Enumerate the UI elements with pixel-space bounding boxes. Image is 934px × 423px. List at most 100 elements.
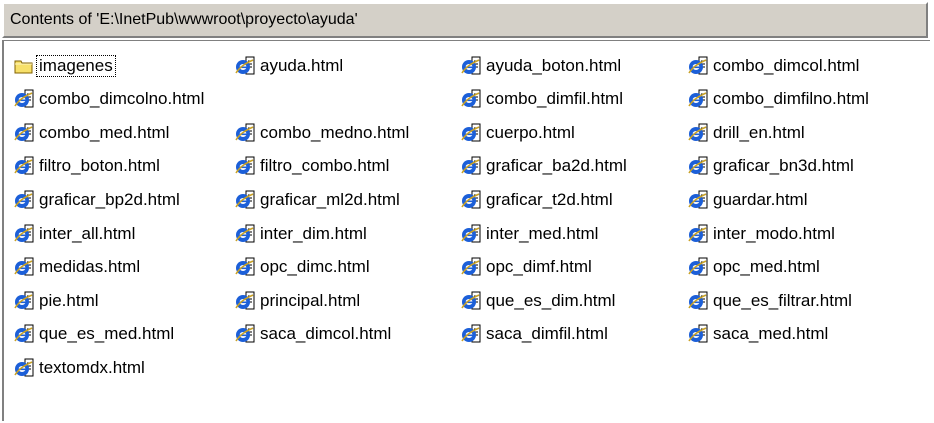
ie-html-icon (14, 89, 34, 109)
file-item[interactable]: graficar_t2d.html (461, 184, 615, 215)
ie-html-icon (688, 291, 708, 311)
file-name: inter_all.html (39, 223, 136, 243)
ie-html-icon (688, 224, 708, 244)
ie-html-icon (461, 123, 481, 143)
file-name: filtro_combo.html (260, 156, 390, 176)
file-name: que_es_filtrar.html (713, 290, 852, 310)
file-name: combo_dimfilno.html (713, 89, 869, 109)
file-name: guardar.html (713, 189, 808, 209)
file-item[interactable]: inter_modo.html (688, 218, 837, 249)
ie-html-icon (461, 291, 481, 311)
file-item[interactable]: opc_dimc.html (235, 252, 372, 283)
file-list-pane[interactable]: imagenes ayuda.html ayuda_boton.html combo_… (2, 40, 930, 421)
ie-html-icon (688, 156, 708, 176)
ie-html-icon (14, 224, 34, 244)
file-name: combo_dimcol.html (713, 55, 860, 75)
file-item[interactable]: ayuda_boton.html (461, 50, 623, 81)
file-item[interactable]: pie.html (14, 285, 101, 316)
ie-html-icon (461, 257, 481, 277)
file-item[interactable]: filtro_combo.html (235, 151, 391, 182)
file-item[interactable]: inter_med.html (461, 218, 600, 249)
folder-icon (14, 56, 34, 76)
file-item[interactable]: combo_dimfil.html (461, 84, 625, 115)
ie-html-icon (14, 324, 34, 344)
file-name: imagenes (36, 54, 116, 77)
file-name: ayuda.html (260, 55, 344, 75)
file-name: graficar_bp2d.html (39, 189, 180, 209)
ie-html-icon (14, 358, 34, 378)
file-name: inter_modo.html (713, 223, 835, 243)
ie-html-icon (688, 324, 708, 344)
file-item[interactable]: que_es_med.html (14, 319, 176, 350)
file-item[interactable]: filtro_boton.html (14, 151, 162, 182)
file-item[interactable]: combo_medno.html (235, 117, 411, 148)
file-item[interactable]: opc_med.html (688, 252, 822, 283)
ie-html-icon (14, 156, 34, 176)
ie-html-icon (688, 56, 708, 76)
file-item[interactable]: ayuda.html (235, 50, 345, 81)
file-name: graficar_ba2d.html (486, 156, 627, 176)
file-name: graficar_ml2d.html (260, 189, 400, 209)
file-item[interactable]: graficar_ml2d.html (235, 184, 402, 215)
ie-html-icon (461, 224, 481, 244)
ie-html-icon (14, 257, 34, 277)
file-item[interactable]: combo_dimfilno.html (688, 84, 871, 115)
ie-html-icon (461, 190, 481, 210)
file-item[interactable]: graficar_bp2d.html (14, 184, 182, 215)
file-item[interactable]: drill_en.html (688, 117, 807, 148)
file-browser-window: Contents of 'E:\InetPub\wwwroot\proyecto… (0, 0, 934, 423)
file-item[interactable]: saca_dimfil.html (461, 319, 610, 350)
ie-html-icon (14, 123, 34, 143)
file-name: graficar_t2d.html (486, 189, 613, 209)
file-item[interactable]: graficar_ba2d.html (461, 151, 629, 182)
file-name: cuerpo.html (486, 122, 575, 142)
file-name: inter_dim.html (260, 223, 367, 243)
ie-html-icon (235, 123, 255, 143)
ie-html-icon (14, 190, 34, 210)
file-item[interactable]: combo_dimcol.html (688, 50, 861, 81)
file-item[interactable]: saca_dimcol.html (235, 319, 393, 350)
file-name: combo_dimfil.html (486, 89, 623, 109)
file-item[interactable]: combo_dimcolno.html (14, 84, 206, 115)
file-name: combo_medno.html (260, 122, 410, 142)
file-name: drill_en.html (713, 122, 805, 142)
file-item[interactable]: principal.html (235, 285, 362, 316)
file-item[interactable]: cuerpo.html (461, 117, 577, 148)
ie-html-icon (14, 291, 34, 311)
file-name: combo_dimcolno.html (39, 89, 205, 109)
ie-html-icon (235, 324, 255, 344)
file-name: opc_dimf.html (486, 257, 592, 277)
ie-html-icon (461, 156, 481, 176)
file-item[interactable]: saca_med.html (688, 319, 830, 350)
ie-html-icon (688, 257, 708, 277)
file-item[interactable]: textomdx.html (14, 352, 147, 383)
file-name: saca_med.html (713, 324, 829, 344)
file-name: que_es_dim.html (486, 290, 616, 310)
ie-html-icon (688, 190, 708, 210)
file-name: filtro_boton.html (39, 156, 160, 176)
file-item[interactable]: inter_dim.html (235, 218, 369, 249)
file-item[interactable]: medidas.html (14, 252, 142, 283)
file-item[interactable]: inter_all.html (14, 218, 137, 249)
ie-html-icon (235, 156, 255, 176)
file-name: opc_dimc.html (260, 257, 370, 277)
ie-html-icon (235, 224, 255, 244)
file-name: ayuda_boton.html (486, 55, 622, 75)
file-item[interactable]: guardar.html (688, 184, 810, 215)
file-item[interactable]: combo_med.html (14, 117, 171, 148)
ie-html-icon (461, 56, 481, 76)
file-name: combo_med.html (39, 122, 170, 142)
ie-html-icon (461, 89, 481, 109)
file-name: que_es_med.html (39, 324, 175, 344)
ie-html-icon (688, 123, 708, 143)
ie-html-icon (688, 89, 708, 109)
file-item[interactable]: que_es_dim.html (461, 285, 617, 316)
file-item[interactable]: que_es_filtrar.html (688, 285, 854, 316)
file-name: saca_dimfil.html (486, 324, 608, 344)
file-item[interactable]: graficar_bn3d.html (688, 151, 856, 182)
file-item[interactable]: imagenes (14, 50, 116, 81)
file-item[interactable]: opc_dimf.html (461, 252, 594, 283)
file-name: inter_med.html (486, 223, 599, 243)
file-name: saca_dimcol.html (260, 324, 392, 344)
ie-html-icon (235, 56, 255, 76)
